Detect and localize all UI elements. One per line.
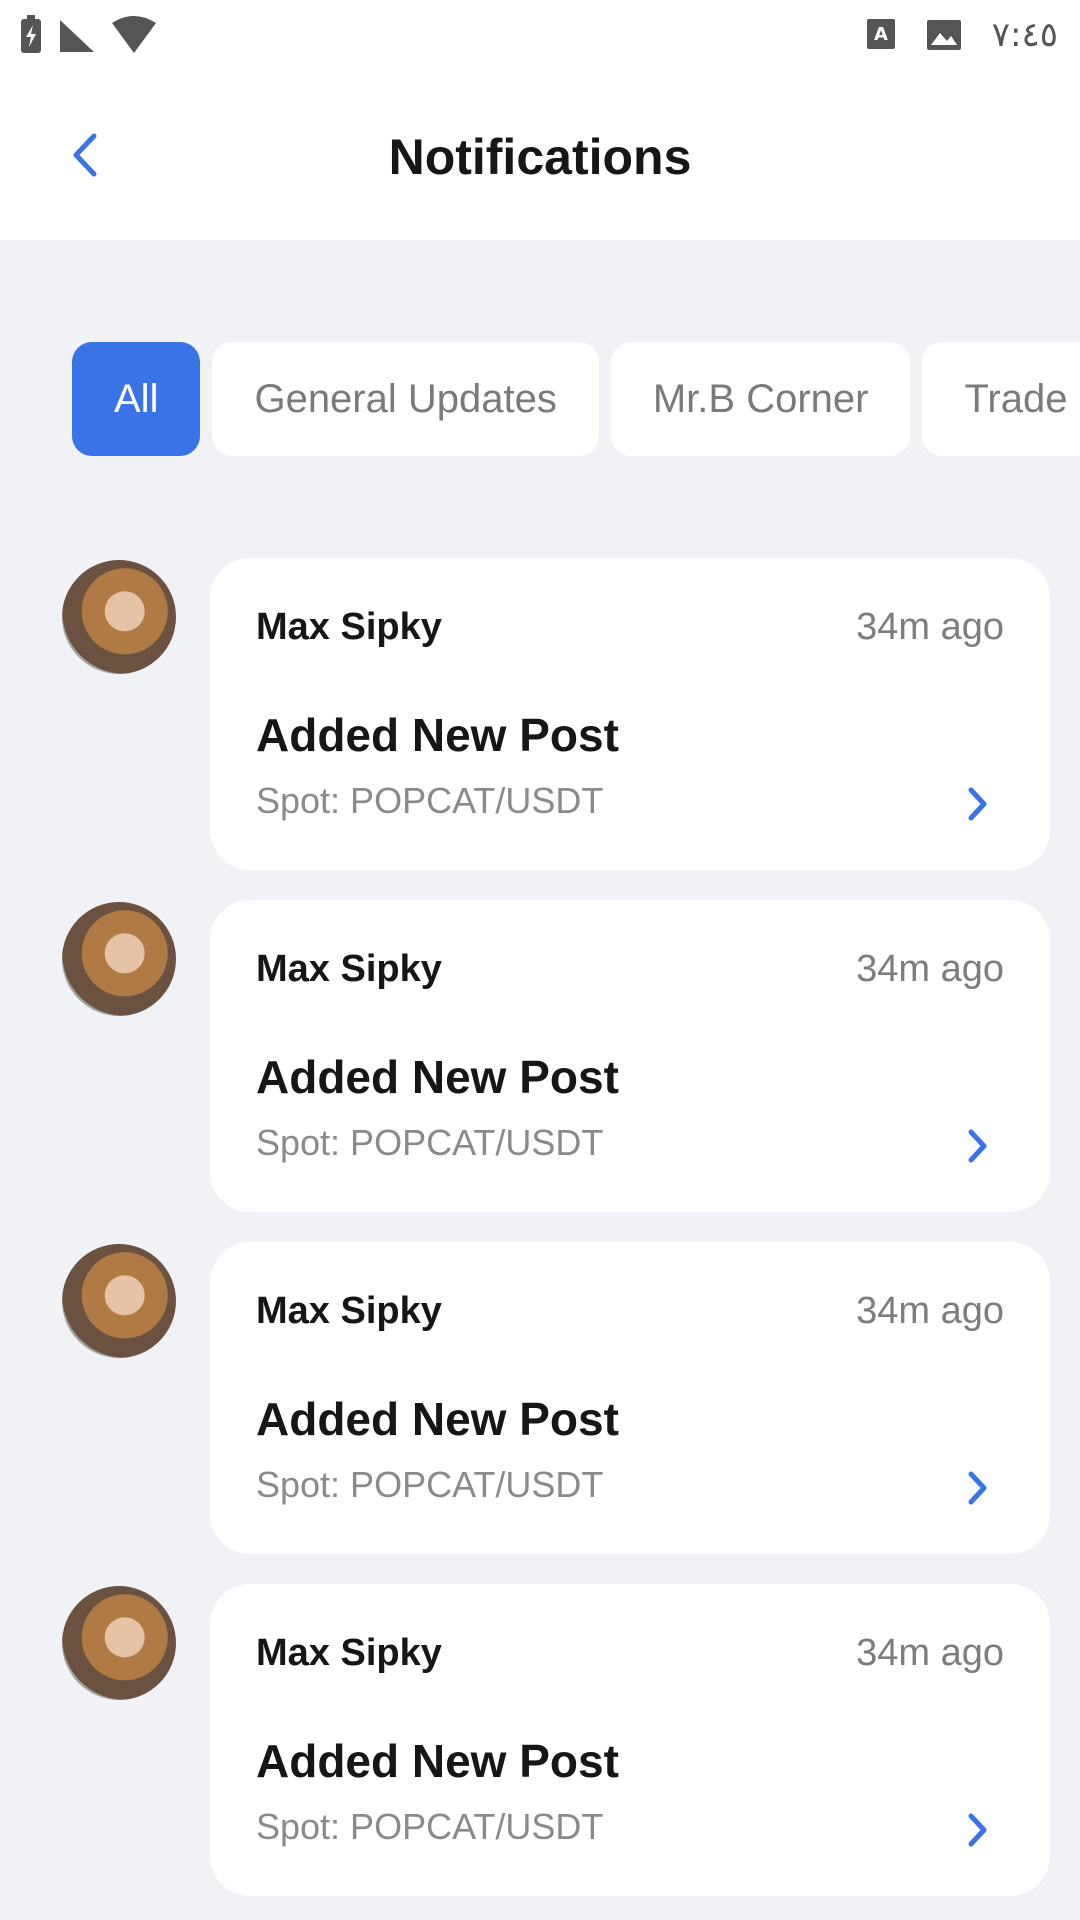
chevron-right-icon[interactable] xyxy=(962,1810,992,1850)
status-bar: A ٧:٤٥ xyxy=(0,0,1080,70)
chevron-right-icon[interactable] xyxy=(962,1126,992,1166)
notification-subtitle: Spot: POPCAT/USDT xyxy=(256,1806,604,1847)
timestamp: 34m ago xyxy=(856,948,1004,990)
status-time: ٧:٤٥ xyxy=(991,15,1058,55)
tab-mr-b-corner[interactable]: Mr.B Corner xyxy=(610,342,911,456)
author-name: Max Sipky xyxy=(256,1632,442,1674)
notification-card[interactable]: Max Sipky 34m ago Added New Post Spot: P… xyxy=(210,1242,1050,1554)
avatar xyxy=(62,560,176,674)
chevron-right-icon[interactable] xyxy=(962,1468,992,1508)
notification-title: Added New Post xyxy=(256,1735,619,1787)
tab-general-updates[interactable]: General Updates xyxy=(212,342,599,456)
notification-title: Added New Post xyxy=(256,709,619,761)
notification-card[interactable]: Max Sipky 34m ago Added New Post Spot: P… xyxy=(210,1584,1050,1896)
chevron-right-icon[interactable] xyxy=(962,784,992,824)
notification-card[interactable]: Max Sipky 34m ago Added New Post Spot: P… xyxy=(210,558,1050,870)
notification-item: Max Sipky 34m ago Added New Post Spot: P… xyxy=(0,1242,1080,1584)
tab-trade[interactable]: Trade xyxy=(922,342,1080,456)
notification-list: Max Sipky 34m ago Added New Post Spot: P… xyxy=(0,558,1080,1920)
notification-item: Max Sipky 34m ago Added New Post Spot: P… xyxy=(0,900,1080,1242)
status-bar-left xyxy=(18,15,158,55)
status-bar-right: A ٧:٤٥ xyxy=(866,15,1058,55)
notification-subtitle: Spot: POPCAT/USDT xyxy=(256,780,604,821)
page-title: Notifications xyxy=(388,129,692,185)
battery-charging-icon xyxy=(21,15,41,53)
notification-subtitle: Spot: POPCAT/USDT xyxy=(256,1464,604,1505)
tab-all[interactable]: All xyxy=(72,342,201,456)
avatar xyxy=(62,1586,176,1700)
avatar xyxy=(62,1244,176,1358)
author-name: Max Sipky xyxy=(256,1290,442,1332)
author-name: Max Sipky xyxy=(256,606,442,648)
notification-subtitle: Spot: POPCAT/USDT xyxy=(256,1122,604,1163)
timestamp: 34m ago xyxy=(856,1290,1004,1332)
notification-card[interactable]: Max Sipky 34m ago Added New Post Spot: P… xyxy=(210,900,1050,1212)
timestamp: 34m ago xyxy=(856,606,1004,648)
notification-item: Max Sipky 34m ago Added New Post Spot: P… xyxy=(0,558,1080,900)
notification-item: Max Sipky 34m ago Added New Post Spot: P… xyxy=(0,1584,1080,1920)
image-icon xyxy=(926,20,961,50)
author-name: Max Sipky xyxy=(256,948,442,990)
keyboard-icon: A xyxy=(866,19,895,49)
app-header: Notifications xyxy=(0,70,1080,240)
notification-title: Added New Post xyxy=(256,1051,619,1103)
avatar xyxy=(62,902,176,1016)
wifi-icon xyxy=(112,16,156,53)
notification-title: Added New Post xyxy=(256,1393,619,1445)
signal-icon xyxy=(60,20,94,52)
filter-tabs: All General Updates Mr.B Corner Trade xyxy=(72,342,1080,456)
svg-text:A: A xyxy=(874,24,888,45)
timestamp: 34m ago xyxy=(856,1632,1004,1674)
